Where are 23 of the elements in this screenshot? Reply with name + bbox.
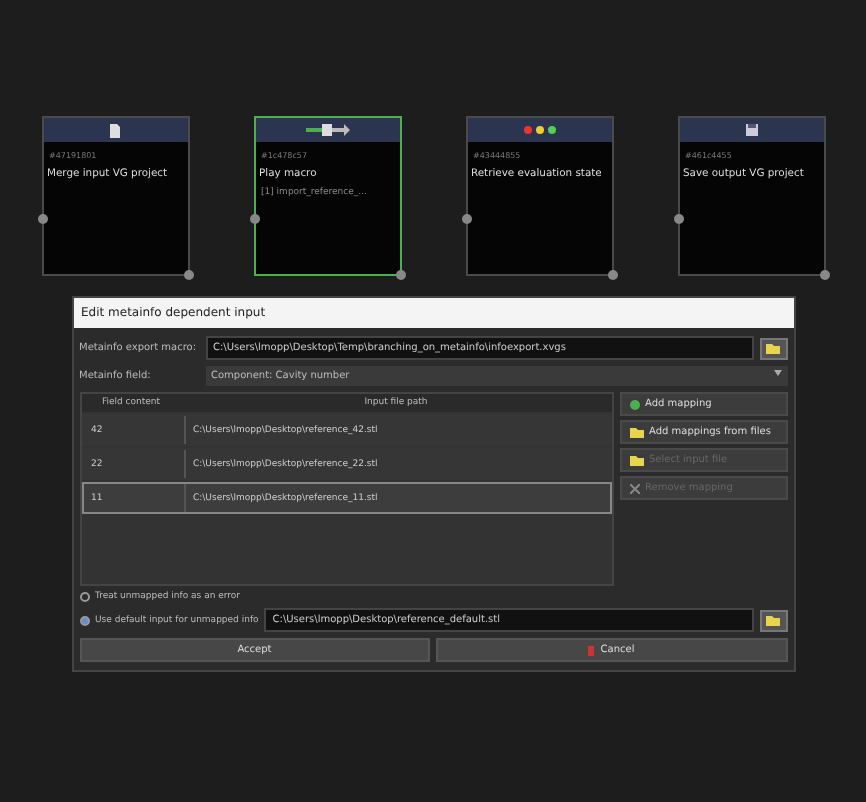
folder-icon [766,615,780,625]
input-port[interactable] [461,214,471,224]
input-port[interactable] [37,214,47,224]
folder-icon [766,343,780,353]
folder-icon [629,455,643,465]
cross-icon [629,483,639,493]
traffic-lights-icon [523,126,555,134]
output-port[interactable] [395,270,405,280]
radio-button[interactable] [79,615,89,625]
folder-icon [629,427,643,437]
input-port[interactable] [249,214,259,224]
browse-button[interactable] [759,337,787,359]
caret-icon [773,370,781,376]
arrows-icon [305,124,349,136]
input-port[interactable] [673,214,683,224]
document-icon [110,123,120,137]
output-port[interactable] [183,270,193,280]
output-port[interactable] [819,270,829,280]
output-port[interactable] [607,270,617,280]
stop-icon [588,645,595,655]
radio-button[interactable] [79,592,89,602]
plus-icon [629,399,639,409]
browse-button[interactable] [759,609,787,631]
